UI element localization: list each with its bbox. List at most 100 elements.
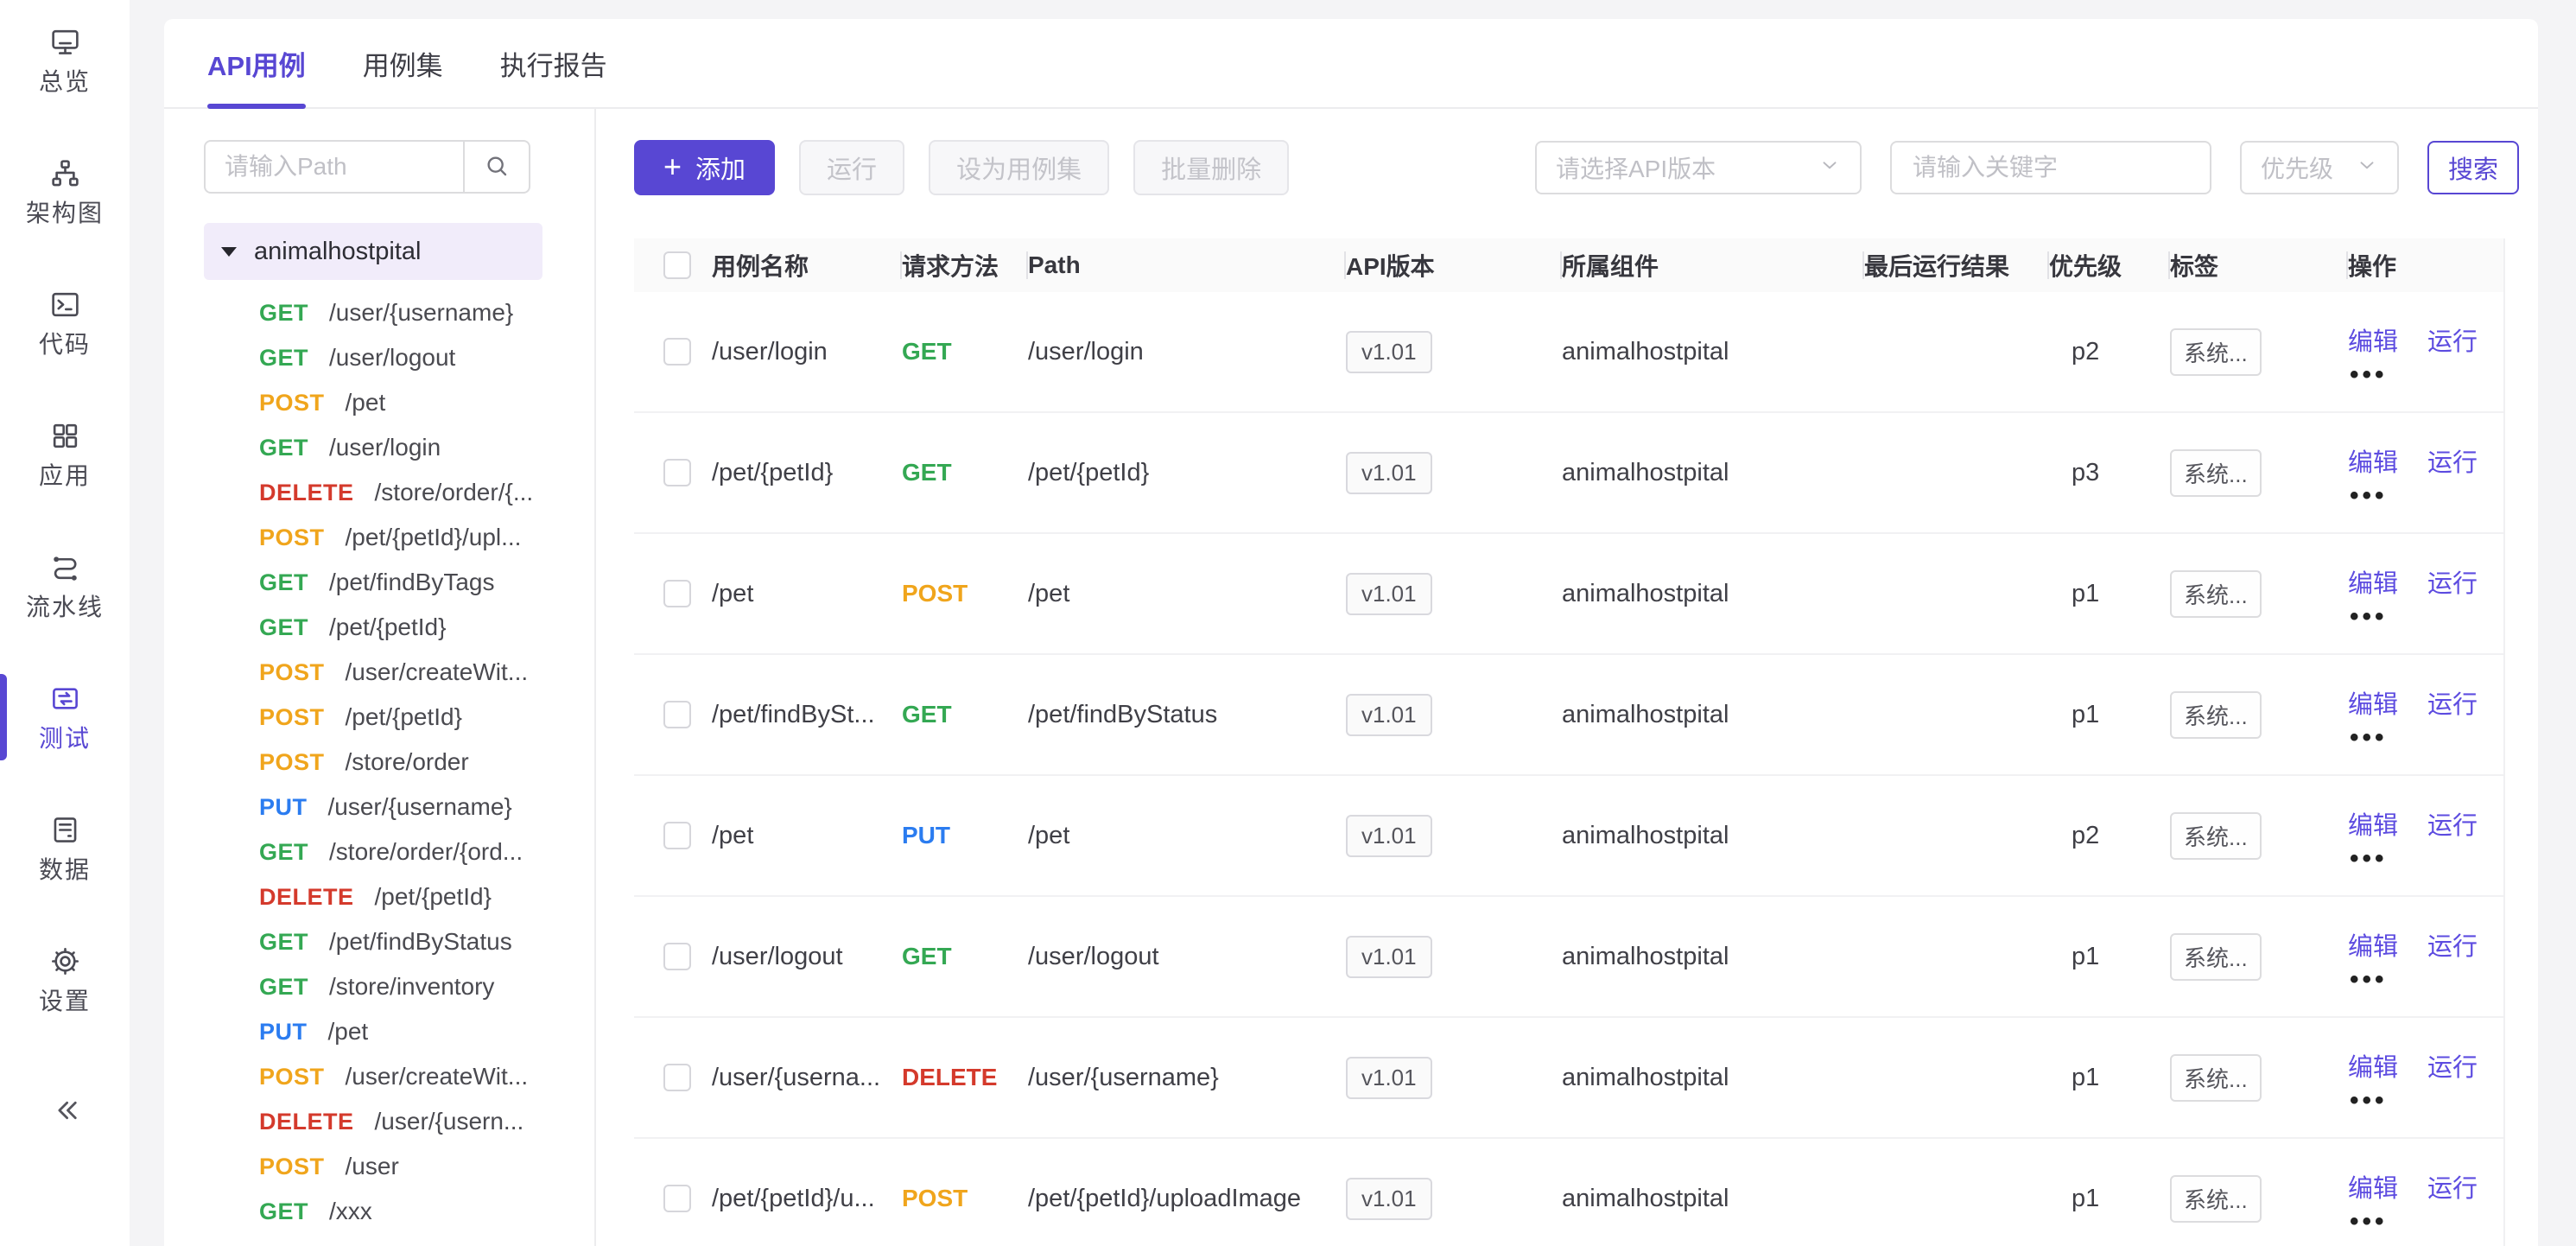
row-checkbox[interactable] — [663, 338, 691, 366]
icon-sidebar: 总览 架构图 代码 应用 流水线 — [0, 0, 130, 1246]
run-button[interactable]: 运行 — [799, 140, 904, 195]
endpoint-item[interactable]: POST /user — [204, 1144, 570, 1189]
edit-link[interactable]: 编辑 — [2348, 442, 2398, 479]
endpoint-item[interactable]: GET /user/login — [204, 425, 570, 470]
tag-cell: 系统... — [2170, 812, 2348, 860]
tab-api-cases[interactable]: API用例 — [207, 19, 306, 107]
batch-delete-button[interactable]: 批量删除 — [1133, 140, 1289, 195]
select-all-checkbox[interactable] — [663, 251, 691, 279]
sidebar-collapse-button[interactable] — [47, 1092, 83, 1133]
endpoint-item[interactable]: POST /pet — [204, 380, 570, 425]
more-actions-button[interactable]: ••• — [2350, 973, 2388, 987]
endpoint-item[interactable]: GET /user/logout — [204, 335, 570, 380]
endpoint-item[interactable]: DELETE /store/order/{... — [204, 470, 570, 515]
row-checkbox[interactable] — [663, 701, 691, 728]
run-link[interactable]: 运行 — [2427, 442, 2478, 479]
endpoint-path-label: /user/{usern... — [375, 1108, 524, 1135]
column-header-actions: 操作 — [2348, 248, 2505, 283]
row-checkbox[interactable] — [663, 580, 691, 607]
endpoint-item[interactable]: GET /store/order/{ord... — [204, 830, 570, 874]
search-button[interactable]: 搜索 — [2427, 141, 2519, 194]
endpoint-item[interactable]: GET /xxx — [204, 1189, 570, 1234]
endpoint-item[interactable]: GET /pet/findByTags — [204, 560, 570, 605]
sidebar-item-settings[interactable]: 设置 — [0, 945, 130, 1014]
method-cell: PUT — [902, 822, 1028, 849]
chevron-down-icon — [1818, 154, 1841, 182]
tree-root-node[interactable]: animalhostpital — [204, 223, 542, 280]
priority-select[interactable]: 优先级 — [2240, 141, 2399, 194]
action-links: 编辑 运行 — [2348, 1047, 2478, 1084]
endpoint-item[interactable]: GET /pet/findByStatus — [204, 919, 570, 964]
data-icon — [49, 814, 81, 850]
more-actions-button[interactable]: ••• — [2350, 852, 2388, 866]
add-button[interactable]: + 添加 — [634, 140, 775, 195]
more-actions-button[interactable]: ••• — [2350, 731, 2388, 745]
tab-execution-reports[interactable]: 执行报告 — [500, 19, 607, 107]
run-link[interactable]: 运行 — [2427, 1168, 2478, 1205]
row-checkbox[interactable] — [663, 822, 691, 849]
endpoint-item[interactable]: POST /user/createWit... — [204, 650, 570, 695]
sidebar-item-apps[interactable]: 应用 — [0, 420, 130, 489]
edit-link[interactable]: 编辑 — [2348, 805, 2398, 842]
edit-link[interactable]: 编辑 — [2348, 563, 2398, 600]
more-actions-button[interactable]: ••• — [2350, 489, 2388, 503]
row-checkbox[interactable] — [663, 1064, 691, 1091]
endpoint-item[interactable]: GET /pet/{petId} — [204, 605, 570, 650]
endpoint-item[interactable]: GET /user/{username} — [204, 290, 570, 335]
settings-icon — [49, 945, 81, 982]
endpoint-list: GET /user/{username} GET /user/logout PO… — [204, 290, 570, 1234]
run-link[interactable]: 运行 — [2427, 684, 2478, 721]
endpoint-method-label: GET — [259, 345, 308, 372]
api-version-select[interactable]: 请选择API版本 — [1535, 141, 1862, 194]
sidebar-item-label: 总览 — [39, 68, 91, 96]
endpoint-item[interactable]: DELETE /pet/{petId} — [204, 874, 570, 919]
path-search-button[interactable] — [463, 140, 530, 194]
endpoint-item[interactable]: DELETE /user/{usern... — [204, 1099, 570, 1144]
sidebar-item-architecture[interactable]: 架构图 — [0, 157, 130, 226]
edit-link[interactable]: 编辑 — [2348, 1047, 2398, 1084]
sidebar-item-test[interactable]: 测试 — [0, 683, 130, 752]
keyword-input[interactable] — [1890, 141, 2211, 194]
version-badge: v1.01 — [1346, 936, 1432, 978]
endpoint-item[interactable]: POST /store/order — [204, 740, 570, 785]
sidebar-item-code[interactable]: 代码 — [0, 289, 130, 358]
endpoint-item[interactable]: GET /store/inventory — [204, 964, 570, 1009]
set-as-suite-button[interactable]: 设为用例集 — [929, 140, 1109, 195]
more-actions-button[interactable]: ••• — [2350, 610, 2388, 624]
sidebar-item-overview[interactable]: 总览 — [0, 26, 130, 95]
sidebar-item-pipeline[interactable]: 流水线 — [0, 551, 130, 620]
path-cell: /pet — [1028, 822, 1346, 850]
column-header-path: Path — [1028, 251, 1346, 279]
priority-cell: p2 — [2049, 338, 2170, 366]
edit-link[interactable]: 编辑 — [2348, 684, 2398, 721]
run-link[interactable]: 运行 — [2427, 805, 2478, 842]
row-checkbox[interactable] — [663, 459, 691, 486]
version-badge: v1.01 — [1346, 573, 1432, 615]
run-link[interactable]: 运行 — [2427, 926, 2478, 963]
endpoint-path-label: /user/{username} — [328, 793, 512, 821]
more-actions-button[interactable]: ••• — [2350, 1094, 2388, 1108]
run-link[interactable]: 运行 — [2427, 321, 2478, 358]
path-cell: /user/login — [1028, 338, 1346, 366]
endpoint-item[interactable]: POST /pet/{petId} — [204, 695, 570, 740]
endpoint-item[interactable]: POST /pet/{petId}/upl... — [204, 515, 570, 560]
more-actions-button[interactable]: ••• — [2350, 1215, 2388, 1229]
run-link[interactable]: 运行 — [2427, 563, 2478, 600]
path-search-input[interactable] — [204, 140, 465, 194]
row-checkbox[interactable] — [663, 943, 691, 970]
more-actions-button[interactable]: ••• — [2350, 368, 2388, 382]
actions-cell: 编辑 运行 ••• — [2348, 563, 2505, 624]
sidebar-item-data[interactable]: 数据 — [0, 814, 130, 883]
endpoint-item[interactable]: POST /user/createWit... — [204, 1054, 570, 1099]
tab-case-suites[interactable]: 用例集 — [363, 19, 443, 107]
row-checkbox[interactable] — [663, 1185, 691, 1212]
run-link[interactable]: 运行 — [2427, 1047, 2478, 1084]
endpoint-item[interactable]: PUT /pet — [204, 1009, 570, 1054]
edit-link[interactable]: 编辑 — [2348, 1168, 2398, 1205]
tag-cell: 系统... — [2170, 933, 2348, 981]
tag-badge: 系统... — [2170, 1054, 2262, 1102]
endpoint-path-label: /pet/findByStatus — [329, 928, 512, 956]
endpoint-item[interactable]: PUT /user/{username} — [204, 785, 570, 830]
edit-link[interactable]: 编辑 — [2348, 926, 2398, 963]
edit-link[interactable]: 编辑 — [2348, 321, 2398, 358]
